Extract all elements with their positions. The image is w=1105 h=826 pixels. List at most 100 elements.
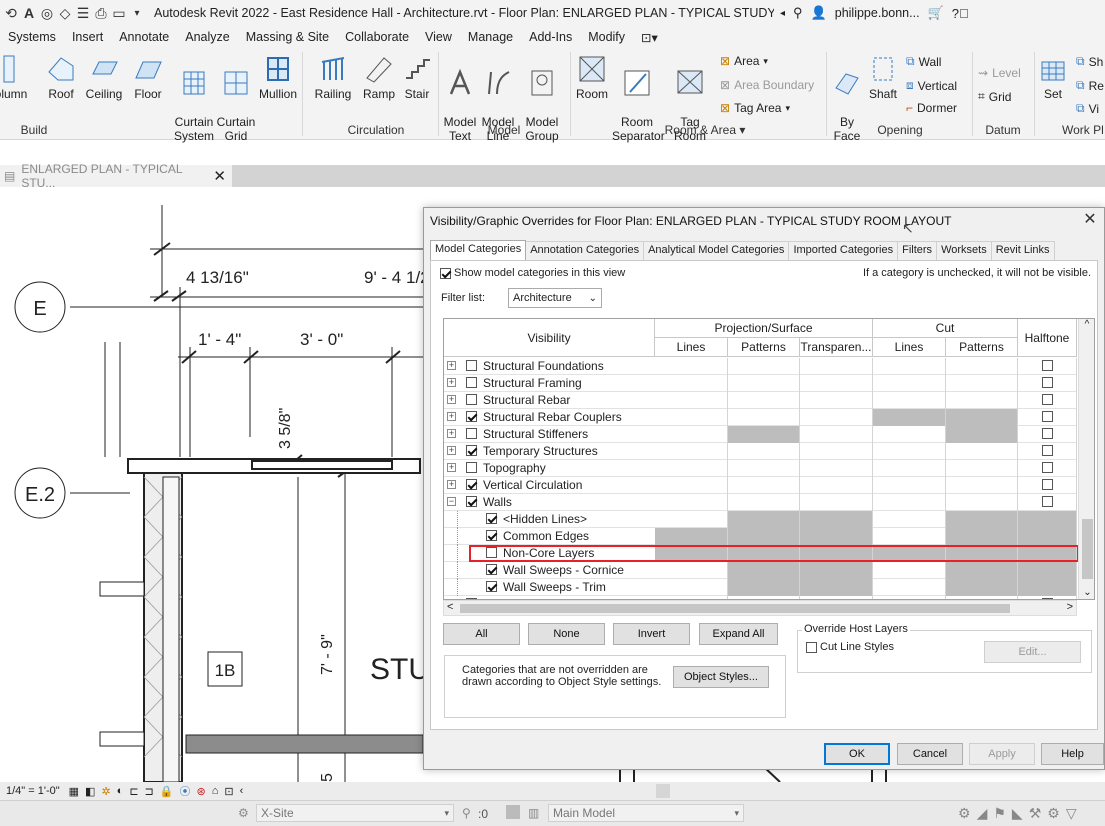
scroll-down-icon[interactable]: ⌄ <box>1079 587 1094 598</box>
override-cell[interactable] <box>873 494 946 511</box>
override-cell[interactable] <box>655 375 728 392</box>
none-button[interactable]: None <box>528 623 605 645</box>
tab-model-categories[interactable]: Model Categories <box>430 240 527 261</box>
sun-path-icon[interactable]: ✲ <box>98 785 113 798</box>
override-cell[interactable] <box>728 392 800 409</box>
dimension-text[interactable]: 5 <box>319 773 336 782</box>
override-cell[interactable] <box>655 460 728 477</box>
mullion-tool[interactable]: Mullion <box>258 54 298 101</box>
shadows-icon[interactable]: ◐ <box>114 785 127 797</box>
window-icon[interactable]: ▭ <box>112 5 126 22</box>
curtain-grid-tool[interactable]: Curtain Grid <box>216 54 256 143</box>
halftone-checkbox[interactable] <box>1042 377 1053 388</box>
ref-plane-tool[interactable]: ⧉ Re <box>1076 78 1104 93</box>
select-underlay-icon[interactable]: ◢ <box>977 805 988 822</box>
open-icon[interactable]: ◎ <box>40 5 54 22</box>
revit-logo-icon[interactable]: ⟲ <box>4 5 18 22</box>
override-cell[interactable] <box>800 443 873 460</box>
analytical-icon[interactable]: ⊡ <box>221 785 236 798</box>
floor-tool[interactable]: Floor <box>130 54 166 101</box>
category-row[interactable]: + Structural Rebar Couplers <box>444 409 1077 426</box>
filter-icon[interactable]: ▽ <box>1066 805 1077 822</box>
tab-revit-links[interactable]: Revit Links <box>990 241 1055 260</box>
halftone-checkbox[interactable] <box>1042 462 1053 473</box>
expand-icon[interactable]: + <box>447 429 456 438</box>
override-cell[interactable] <box>728 443 800 460</box>
override-cell[interactable] <box>873 460 946 477</box>
all-button[interactable]: All <box>443 623 520 645</box>
header-projection-lines[interactable]: Lines <box>655 338 728 357</box>
category-row[interactable]: + Temporary Structures <box>444 443 1077 460</box>
help-icon[interactable]: ?⃝ <box>952 6 969 21</box>
editable-only-icon[interactable]: ⚲ <box>462 806 471 820</box>
override-cell[interactable] <box>800 392 873 409</box>
curtain-system-tool[interactable]: Curtain System <box>172 54 216 143</box>
shaft-tool[interactable]: Shaft <box>866 54 900 101</box>
override-cell[interactable] <box>655 409 728 426</box>
room-name[interactable]: STU <box>370 653 430 686</box>
design-options-icon[interactable] <box>506 805 520 819</box>
override-cell[interactable] <box>728 409 800 426</box>
halftone-checkbox[interactable] <box>1042 445 1053 456</box>
scroll-thumb[interactable] <box>460 604 1010 613</box>
dimension-text[interactable]: 3 5/8" <box>277 408 294 449</box>
override-cell[interactable] <box>946 392 1018 409</box>
drag-elements-icon[interactable]: ⚒ <box>1029 805 1042 822</box>
menu-add-ins[interactable]: Add-Ins <box>521 30 580 44</box>
sync-icon[interactable]: ◇ <box>58 5 72 22</box>
user-icon[interactable]: 👤 <box>811 5 827 21</box>
override-cell[interactable] <box>800 409 873 426</box>
category-visibility-checkbox[interactable] <box>486 530 497 541</box>
menu-modify[interactable]: Modify <box>580 30 633 44</box>
view-tab[interactable]: ▤ ENLARGED PLAN - TYPICAL STU... ✕ <box>0 162 232 190</box>
roof-tool[interactable]: Roof <box>44 54 78 101</box>
text-a-icon[interactable]: A <box>22 5 36 21</box>
grid-tool[interactable]: ⌗ Grid <box>978 89 1011 104</box>
menu-insert[interactable]: Insert <box>64 30 111 44</box>
visual-style-icon[interactable]: ◧ <box>82 785 98 798</box>
category-row[interactable]: Wall Sweeps - Trim <box>444 579 1077 596</box>
header-halftone[interactable]: Halftone <box>1018 319 1077 357</box>
level-tool[interactable]: ⇝ Level <box>978 66 1021 80</box>
scroll-right-icon[interactable]: > <box>1067 601 1073 613</box>
category-row[interactable]: − Walls <box>444 494 1077 511</box>
category-row[interactable]: + Structural Foundations <box>444 358 1077 375</box>
override-cell[interactable] <box>800 426 873 443</box>
help-button[interactable]: Help <box>1041 743 1104 765</box>
furniture[interactable] <box>185 734 424 754</box>
lock-3d-icon[interactable]: 🔒 <box>157 785 177 798</box>
override-cell[interactable] <box>728 375 800 392</box>
tab-annotation-categories[interactable]: Annotation Categories <box>525 241 645 260</box>
override-cell[interactable] <box>655 392 728 409</box>
show-crop-icon[interactable]: ⊐ <box>142 785 157 798</box>
override-cell[interactable] <box>873 443 946 460</box>
override-cell[interactable] <box>873 511 946 528</box>
override-cell[interactable] <box>873 375 946 392</box>
override-cell[interactable] <box>728 358 800 375</box>
override-cell[interactable] <box>655 562 728 579</box>
category-visibility-checkbox[interactable] <box>466 377 477 388</box>
category-row[interactable]: + Structural Rebar <box>444 392 1077 409</box>
stair-tool[interactable]: Stair <box>398 54 436 101</box>
filter-list-select[interactable]: Architecture ⌄ <box>508 288 602 308</box>
menu-collaborate[interactable]: Collaborate <box>337 30 417 44</box>
scroll-thumb[interactable] <box>1082 519 1093 579</box>
vertical-scrollbar[interactable]: ^ ⌄ <box>1078 319 1094 599</box>
object-styles-button[interactable]: Object Styles... <box>673 666 769 688</box>
room-tool[interactable]: Room <box>572 54 612 101</box>
category-visibility-checkbox[interactable] <box>466 428 477 439</box>
override-cell[interactable] <box>800 477 873 494</box>
override-cell[interactable] <box>800 358 873 375</box>
category-row[interactable]: Common Edges <box>444 528 1077 545</box>
detail-level-icon[interactable]: ▦ <box>66 785 82 798</box>
select-pinned-icon[interactable]: ⚑ <box>993 805 1006 822</box>
dimension-text[interactable]: 1' - 4" <box>198 330 241 349</box>
chevron-left-icon[interactable]: ◂ <box>780 8 785 19</box>
override-cell[interactable] <box>655 358 728 375</box>
area-boundary-tool[interactable]: ⊠ Area Boundary <box>720 78 814 92</box>
show-categories-checkbox[interactable] <box>440 267 451 279</box>
halftone-checkbox[interactable] <box>1042 479 1053 490</box>
area-tool[interactable]: ⊠ Area ▾ <box>720 54 768 68</box>
user-name[interactable]: philippe.bonn... <box>835 6 920 20</box>
wall-opening-tool[interactable]: ⧉ Wall <box>906 54 941 69</box>
